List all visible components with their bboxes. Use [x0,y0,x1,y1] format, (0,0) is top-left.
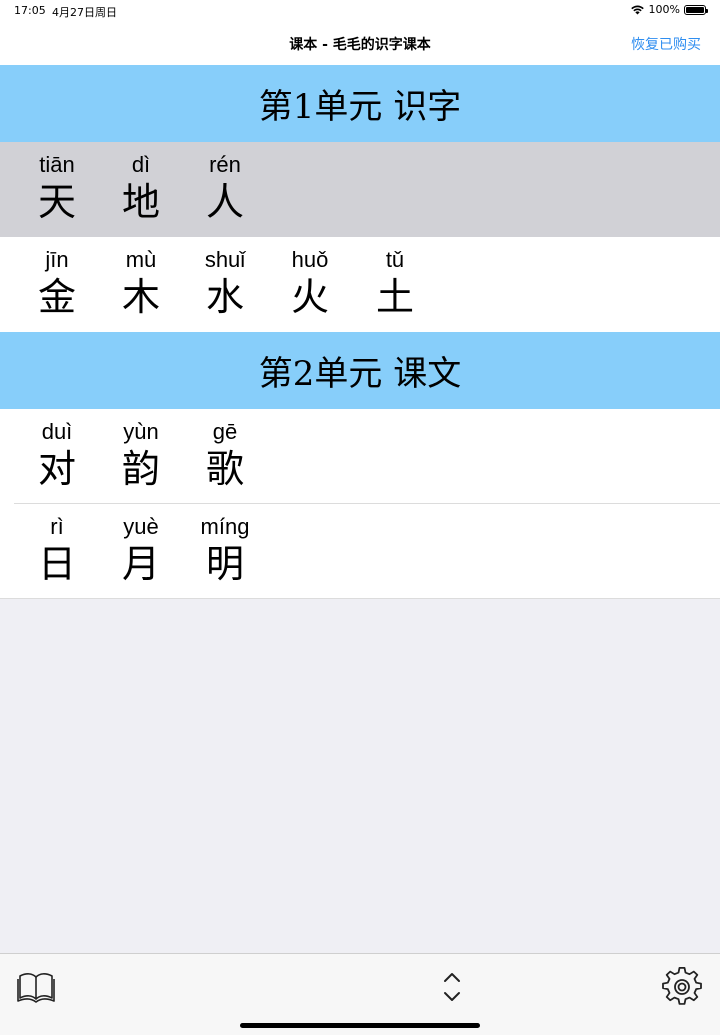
hanzi: 金 [37,275,76,319]
hanzi: 对 [37,447,76,491]
hanzi: 韵 [121,447,160,491]
character-cell: míng 明 [180,514,270,587]
character-cell: tiān 天 [12,152,102,225]
status-date: 4月27日周日 [52,6,117,19]
character-cell: dì 地 [96,152,186,225]
wifi-icon [630,5,644,15]
lesson-row[interactable]: rì 日 yuè 月 míng 明 [0,504,720,599]
textbook-button[interactable] [16,968,56,1008]
pinyin: shuǐ [204,247,246,272]
status-time: 17:05 [14,4,46,17]
hanzi: 日 [37,542,76,586]
unit-header: 第1单元 识字 [0,65,720,142]
reorder-button[interactable] [440,970,464,1008]
pinyin: gē [212,419,238,444]
hanzi: 地 [121,180,160,224]
hanzi: 天 [37,180,76,224]
pinyin: mù [125,247,157,272]
hanzi: 火 [290,275,329,319]
settings-button[interactable] [662,966,702,1011]
battery-percent: 100% [648,3,680,16]
pinyin: yuè [123,514,159,539]
lesson-row[interactable]: duì 对 yùn 韵 gē 歌 [0,409,720,504]
page-title: 课本 - 毛毛的识字课本 [289,37,431,53]
navigation-bar: 课本 - 毛毛的识字课本 恢复已购买 [0,22,720,65]
character-cell: yùn 韵 [96,419,186,492]
battery-icon [684,4,708,15]
pinyin: yùn [123,419,159,444]
character-cell: rì 日 [12,514,102,587]
character-cell: gē 歌 [180,419,270,492]
hanzi: 木 [121,275,160,319]
character-cell: tǔ 土 [350,247,440,320]
pinyin: tǔ [385,247,405,272]
character-cell: yuè 月 [96,514,186,587]
home-indicator[interactable] [240,1023,480,1028]
pinyin: huǒ [291,247,329,272]
character-cell: duì 对 [12,419,102,492]
status-bar: 17:05 4月27日周日 100% [0,0,720,22]
pinyin: jīn [45,247,69,272]
hanzi: 人 [205,180,244,224]
pinyin: rì [50,514,64,539]
pinyin: dì [131,152,151,177]
lesson-row[interactable]: tiān 天 dì 地 rén 人 [0,142,720,237]
status-indicators: 100% [630,3,708,16]
hanzi: 月 [121,542,160,586]
character-cell: shuǐ 水 [180,247,270,320]
pinyin: míng [200,514,250,539]
restore-purchases-button[interactable]: 恢复已购买 [631,34,701,54]
gear-icon [662,966,702,1005]
character-cell: mù 木 [96,247,186,320]
book-icon [17,973,55,1003]
lesson-list: 第1单元 识字 tiān 天 dì 地 rén 人 jīn 金 mù 木 shu… [0,65,720,599]
hanzi: 水 [205,275,244,319]
lesson-row[interactable]: jīn 金 mù 木 shuǐ 水 huǒ 火 tǔ 土 [0,237,720,332]
chevron-up-down-icon [444,973,460,1001]
hanzi: 明 [205,542,244,586]
hanzi: 歌 [205,447,244,491]
hanzi: 土 [375,275,414,319]
character-cell: rén 人 [180,152,270,225]
character-cell: jīn 金 [12,247,102,320]
pinyin: rén [209,152,241,177]
unit-header: 第2单元 课文 [0,332,720,409]
pinyin: duì [41,419,73,444]
character-cell: huǒ 火 [265,247,355,320]
pinyin: tiān [39,152,75,177]
